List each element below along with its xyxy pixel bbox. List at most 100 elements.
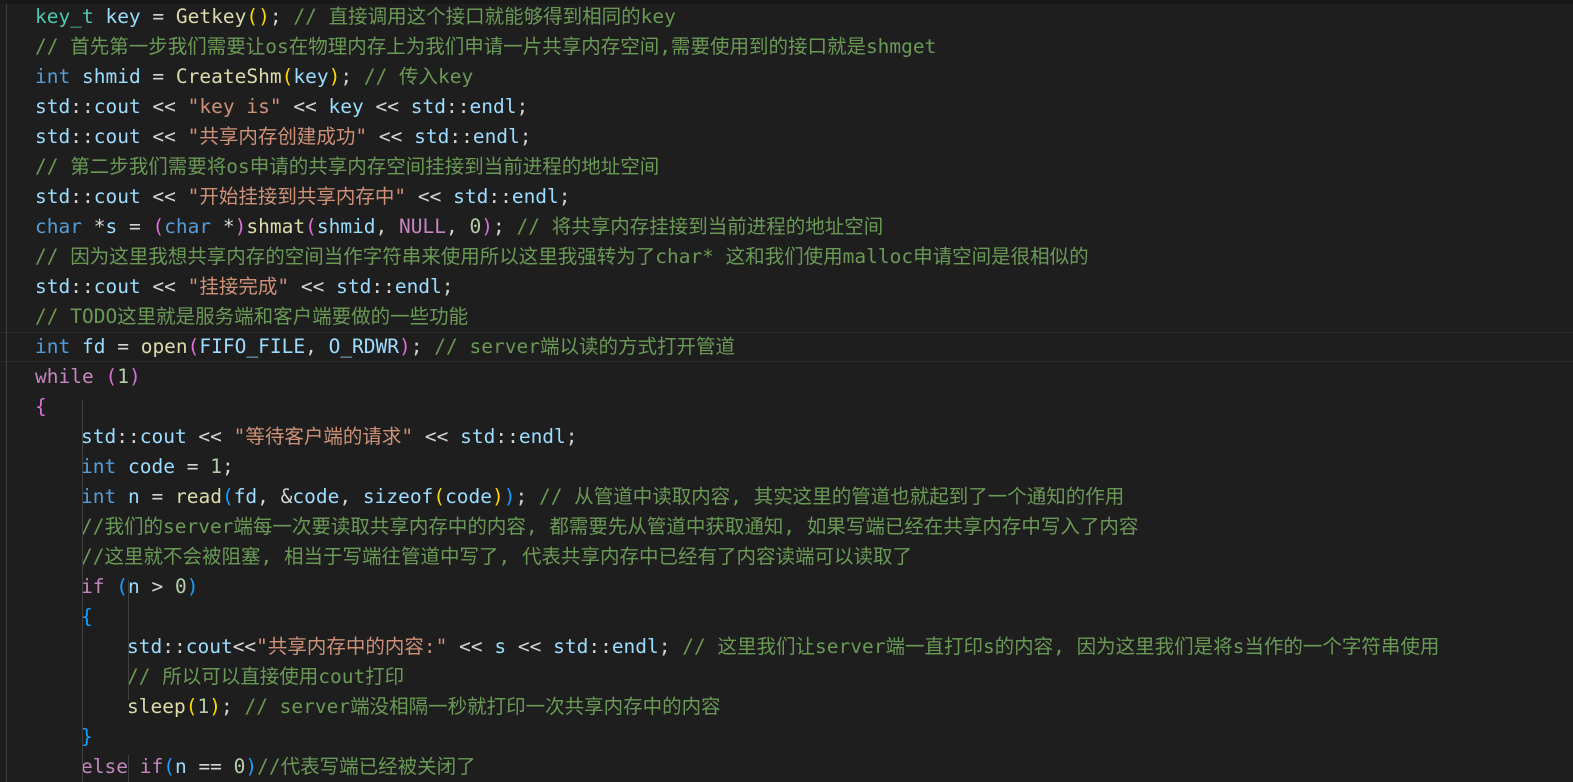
code-line[interactable]: std::cout << "挂接完成" << std::endl; (0, 272, 1573, 302)
code-line[interactable]: std::cout << "key is" << key << std::end… (0, 92, 1573, 122)
code-token: endl (611, 635, 659, 658)
code-token: ; (220, 695, 233, 718)
code-token: // 因为这里我想共享内存的空间当作字符串来使用所以这里我强转为了char* 这… (35, 245, 1089, 268)
code-token: ; (516, 95, 529, 118)
code-token: fd (81, 335, 106, 358)
code-token: std (553, 635, 589, 658)
code-token: n (127, 575, 140, 598)
code-token: , (305, 335, 329, 358)
code-line[interactable]: std::cout << "共享内存创建成功" << std::endl; (0, 122, 1573, 152)
code-token: std (414, 125, 450, 148)
code-token: cout (93, 125, 141, 148)
code-token: = (140, 65, 176, 88)
code-line[interactable]: { (0, 602, 1573, 632)
code-token: = (117, 215, 153, 238)
code-token: << (447, 635, 495, 658)
code-token: sizeof (362, 485, 434, 508)
code-token: = (140, 5, 176, 28)
code-token: ) (328, 65, 341, 88)
code-token: n (127, 485, 140, 508)
code-content[interactable]: key_t key = Getkey(); // 直接调用这个接口就能够得到相同… (0, 0, 1573, 782)
code-token: = (139, 485, 175, 508)
code-token: ) (481, 215, 493, 238)
code-token: int (35, 65, 71, 88)
code-line[interactable]: else if(n == 0)//代表写端已经被关闭了 (0, 752, 1573, 782)
code-token: } (81, 725, 93, 748)
code-line[interactable]: std::cout << "等待客户端的请求" << std::endl; (0, 422, 1573, 452)
code-token: :: (70, 95, 94, 118)
code-token: code (445, 485, 493, 508)
code-line[interactable]: //我们的server端每一次要读取共享内存中的内容, 都需要先从管道中获取通知… (0, 512, 1573, 542)
code-token: , (375, 215, 400, 238)
code-line[interactable]: // 第二步我们需要将os申请的共享内存空间挂接到当前进程的地址空间 (0, 152, 1573, 182)
code-line[interactable]: } (0, 722, 1573, 752)
code-token: ( (187, 335, 200, 358)
code-token: "共享内存中的内容:" (256, 635, 448, 658)
code-token: 1 (197, 695, 210, 718)
code-line[interactable]: // TODO这里就是服务端和客户端要做的一些功能 (0, 302, 1573, 332)
code-line[interactable]: // 首先第一步我们需要让os在物理内存上为我们申请一片共享内存空间,需要使用到… (0, 32, 1573, 62)
code-token: << (413, 425, 461, 448)
code-token: , (339, 485, 363, 508)
code-token: << (363, 95, 411, 118)
code-token: << (281, 95, 329, 118)
code-token: ( (105, 365, 118, 388)
code-token: << (140, 125, 188, 148)
code-token: // 首先第一步我们需要让os在物理内存上为我们申请一片共享内存空间,需要使用到… (35, 35, 937, 58)
code-line[interactable]: key_t key = Getkey(); // 直接调用这个接口就能够得到相同… (0, 2, 1573, 32)
code-token: Getkey (175, 5, 247, 28)
code-token: shmid (316, 215, 376, 238)
code-line[interactable]: int code = 1; (0, 452, 1573, 482)
code-line[interactable]: sleep(1); // server端没相隔一秒就打印一次共享内存中的内容 (0, 692, 1573, 722)
code-token: :: (495, 425, 519, 448)
code-token: :: (371, 275, 395, 298)
code-token: FIFO_FILE (199, 335, 306, 358)
code-token: "共享内存创建成功" (187, 125, 368, 148)
code-editor[interactable]: key_t key = Getkey(); // 直接调用这个接口就能够得到相同… (0, 0, 1573, 782)
code-token: "开始挂接到共享内存中" (187, 185, 407, 208)
code-token: endl (511, 185, 559, 208)
code-token: key_t (35, 5, 94, 28)
code-line[interactable]: std::cout << "开始挂接到共享内存中" << std::endl; (0, 182, 1573, 212)
code-line[interactable]: //这里就不会被阻塞, 相当于写端往管道中写了, 代表共享内存中已经有了内容读端… (0, 542, 1573, 572)
code-token: << (406, 185, 454, 208)
code-line[interactable]: int fd = open(FIFO_FILE, O_RDWR); // ser… (0, 332, 1573, 362)
code-line[interactable]: std::cout<<"共享内存中的内容:" << s << std::endl… (0, 632, 1573, 662)
code-line[interactable]: // 所以可以直接使用cout打印 (0, 662, 1573, 692)
code-token: char (164, 215, 212, 238)
code-token: ; (492, 215, 505, 238)
code-token: key (328, 95, 364, 118)
code-token: == (186, 755, 234, 778)
code-line[interactable]: { (0, 392, 1573, 422)
code-token: ( (163, 755, 175, 778)
code-token: key (105, 5, 141, 28)
code-token: std (35, 185, 71, 208)
code-token: open (140, 335, 188, 358)
code-token: if (139, 755, 164, 778)
code-token: ( (246, 5, 259, 28)
code-line[interactable]: char *s = (char *)shmat(shmid, NULL, 0);… (0, 212, 1573, 242)
code-token: // 传入key (363, 65, 474, 88)
code-line[interactable]: int n = read(fd, &code, sizeof(code)); /… (0, 482, 1573, 512)
code-line[interactable]: // 因为这里我想共享内存的空间当作字符串来使用所以这里我强转为了char* 这… (0, 242, 1573, 272)
code-token: ; (221, 455, 234, 478)
code-token: ( (305, 215, 317, 238)
code-line[interactable]: if (n > 0) (0, 572, 1573, 602)
code-token: // 第二步我们需要将os申请的共享内存空间挂接到当前进程的地址空间 (35, 155, 660, 178)
code-token: ( (185, 695, 198, 718)
code-token: ) (399, 335, 411, 358)
code-token: "挂接完成" (187, 275, 290, 298)
code-token: ; (340, 65, 353, 88)
code-token: > (139, 575, 175, 598)
code-token: s (494, 635, 507, 658)
code-line[interactable]: while (1) (0, 362, 1573, 392)
code-token: endl (469, 95, 517, 118)
code-token: cout (139, 425, 187, 448)
code-token: // 所以可以直接使用cout打印 (127, 665, 405, 688)
code-line[interactable]: int shmid = CreateShm(key); // 传入key (0, 62, 1573, 92)
